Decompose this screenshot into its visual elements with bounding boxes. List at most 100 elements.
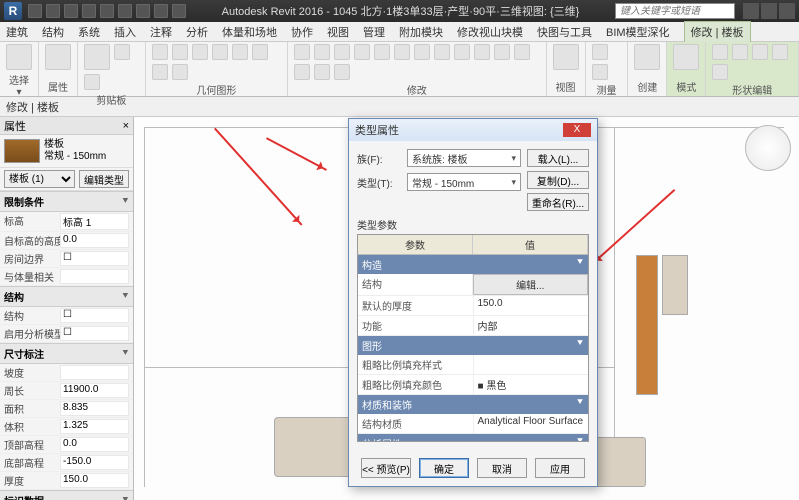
qat-button[interactable] <box>172 4 186 18</box>
property-value[interactable]: 8.835 <box>60 401 129 416</box>
dialog-close-button[interactable]: X <box>563 123 591 137</box>
view-cube[interactable] <box>745 125 791 171</box>
param-value[interactable]: 内部 <box>474 316 589 335</box>
edit-structure-button[interactable]: 编辑... <box>473 274 589 295</box>
property-value[interactable] <box>60 308 129 323</box>
ribbon-tab[interactable]: 建筑 <box>6 24 28 40</box>
ribbon-tab[interactable]: 插入 <box>114 24 136 40</box>
qat-button[interactable] <box>136 4 150 18</box>
ribbon-icon[interactable] <box>334 44 350 60</box>
ribbon-icon[interactable] <box>414 44 430 60</box>
ribbon-icon[interactable] <box>514 44 530 60</box>
qat-button[interactable] <box>118 4 132 18</box>
property-group-header[interactable]: 标识数据⯆ <box>0 490 133 500</box>
ribbon-icon[interactable] <box>712 64 728 80</box>
ribbon-icon[interactable] <box>192 44 208 60</box>
param-category[interactable]: 分析属性⯆ <box>358 434 588 442</box>
ribbon-icon[interactable] <box>252 44 268 60</box>
ribbon-tab[interactable]: 管理 <box>363 24 385 40</box>
ribbon-icon[interactable] <box>394 44 410 60</box>
ribbon-tab[interactable]: 分析 <box>186 24 208 40</box>
ribbon-icon[interactable] <box>314 44 330 60</box>
rename-button[interactable]: 重命名(R)... <box>527 193 589 211</box>
param-category[interactable]: 图形⯆ <box>358 336 588 355</box>
ribbon-icon[interactable] <box>6 44 32 70</box>
help-search-input[interactable] <box>615 3 735 19</box>
ribbon-icon[interactable] <box>45 44 71 70</box>
ribbon-icon[interactable] <box>334 64 350 80</box>
param-category[interactable]: 材质和装饰⯆ <box>358 395 588 414</box>
ribbon-icon[interactable] <box>494 44 510 60</box>
property-group-header[interactable]: 限制条件⯆ <box>0 191 133 212</box>
ribbon-icon[interactable] <box>354 44 370 60</box>
ribbon-icon[interactable] <box>172 64 188 80</box>
duplicate-button[interactable]: 复制(D)... <box>527 171 589 189</box>
ribbon-icon[interactable] <box>212 44 228 60</box>
qat-button[interactable] <box>28 4 42 18</box>
ribbon-tab[interactable]: 修改视山块模 <box>457 24 523 40</box>
property-value[interactable]: 1.325 <box>60 419 129 434</box>
property-value[interactable] <box>60 269 129 284</box>
ribbon-icon[interactable] <box>374 44 390 60</box>
preview-button[interactable]: << 预览(P) <box>361 458 411 478</box>
ribbon-icon[interactable] <box>732 44 748 60</box>
dialog-titlebar[interactable]: 类型属性 X <box>349 119 597 141</box>
edit-type-button[interactable]: 编辑类型 <box>79 170 129 188</box>
ribbon-tab[interactable]: 协作 <box>291 24 313 40</box>
maximize-button[interactable] <box>761 3 777 19</box>
ribbon-icon[interactable] <box>152 64 168 80</box>
qat-button[interactable] <box>64 4 78 18</box>
minimize-button[interactable] <box>743 3 759 19</box>
ribbon-icon[interactable] <box>314 64 330 80</box>
ribbon-icon[interactable] <box>474 44 490 60</box>
ribbon-icon[interactable] <box>553 44 579 70</box>
ribbon-icon[interactable] <box>294 44 310 60</box>
type-combo[interactable]: 常规 - 150mm <box>407 173 521 191</box>
property-value[interactable]: 0.0 <box>60 437 129 452</box>
property-value[interactable] <box>60 365 129 380</box>
property-group-header[interactable]: 尺寸标注⯆ <box>0 343 133 364</box>
family-combo[interactable]: 系统族: 楼板 <box>407 149 521 167</box>
param-value[interactable]: Analytical Floor Surface <box>474 414 589 433</box>
ribbon-icon[interactable] <box>673 44 699 70</box>
ribbon-tab[interactable]: 快图与工具 <box>537 24 592 40</box>
ribbon-icon[interactable] <box>712 44 728 60</box>
property-value[interactable]: 0.0 <box>60 233 129 248</box>
ribbon-icon[interactable] <box>772 44 788 60</box>
ribbon-icon[interactable] <box>434 44 450 60</box>
app-logo[interactable]: R <box>4 2 22 20</box>
ribbon-tab[interactable]: BIM模型深化 <box>606 24 670 40</box>
ribbon-icon[interactable] <box>454 44 470 60</box>
property-value[interactable] <box>60 326 129 341</box>
qat-button[interactable] <box>82 4 96 18</box>
ribbon-icon[interactable] <box>592 64 608 80</box>
ribbon-icon[interactable] <box>172 44 188 60</box>
apply-button[interactable]: 应用 <box>535 458 585 478</box>
ribbon-tab[interactable]: 附加模块 <box>399 24 443 40</box>
property-value[interactable]: 11900.0 <box>60 383 129 398</box>
ribbon-tab[interactable]: 体量和场地 <box>222 24 277 40</box>
property-value[interactable]: 150.0 <box>60 473 129 488</box>
qat-button[interactable] <box>46 4 60 18</box>
ribbon-icon[interactable] <box>114 44 130 60</box>
type-selector[interactable]: 楼板 常规 - 150mm <box>0 135 133 168</box>
load-button[interactable]: 载入(L)... <box>527 149 589 167</box>
property-value[interactable]: 标高 1 <box>60 213 129 230</box>
ribbon-tab[interactable]: 修改 | 楼板 <box>684 21 751 42</box>
close-button[interactable] <box>779 3 795 19</box>
ribbon-tab[interactable]: 注释 <box>150 24 172 40</box>
ribbon-icon[interactable] <box>84 74 100 90</box>
ribbon-icon[interactable] <box>752 44 768 60</box>
qat-button[interactable] <box>100 4 114 18</box>
property-value[interactable]: -150.0 <box>60 455 129 470</box>
cancel-button[interactable]: 取消 <box>477 458 527 478</box>
ribbon-tab[interactable]: 视图 <box>327 24 349 40</box>
qat-button[interactable] <box>154 4 168 18</box>
palette-close-icon[interactable]: × <box>123 120 129 132</box>
ribbon-icon[interactable] <box>232 44 248 60</box>
ribbon-icon[interactable] <box>592 44 608 60</box>
ribbon-icon[interactable] <box>152 44 168 60</box>
ribbon-tab[interactable]: 系统 <box>78 24 100 40</box>
ribbon-tab[interactable]: 结构 <box>42 24 64 40</box>
param-category[interactable]: 构造⯆ <box>358 255 588 274</box>
